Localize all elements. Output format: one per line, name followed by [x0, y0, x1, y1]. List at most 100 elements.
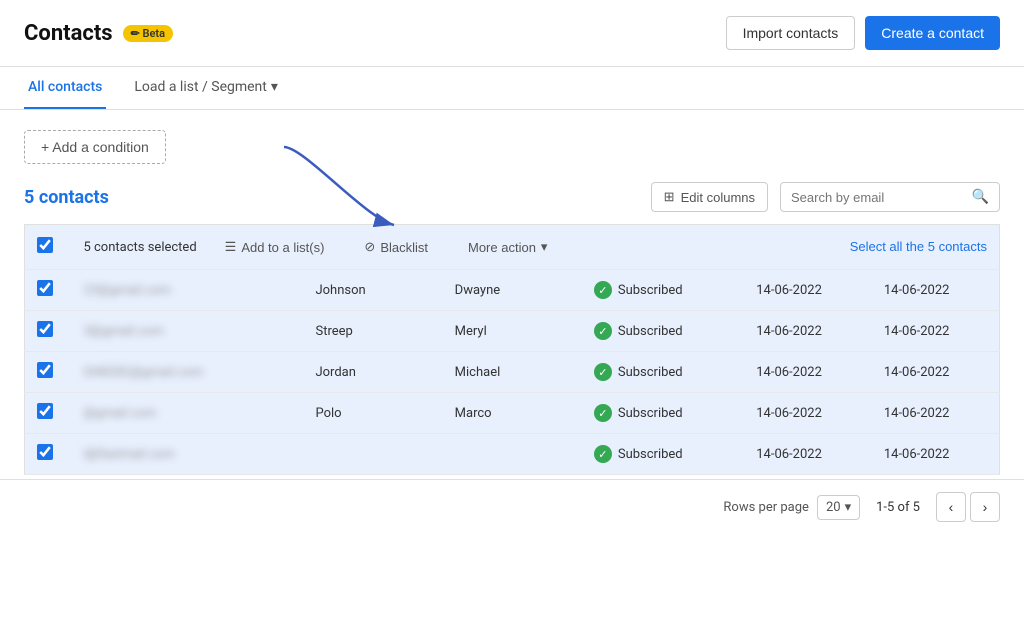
bulk-actions-row: 5 contacts selected ☰ Add to a list(s) ⊘…	[25, 225, 1000, 270]
email-cell: 3@gmail.com	[71, 311, 303, 352]
status-label: Subscribed	[618, 324, 683, 339]
prev-page-button[interactable]: ‹	[936, 492, 966, 522]
select-all-button[interactable]: Select all the 5 contacts	[850, 239, 987, 254]
status-cell: ✓ Subscribed	[582, 270, 744, 311]
chevron-down-icon: ▾	[541, 239, 548, 255]
date2-cell: 14-06-2022	[872, 352, 1000, 393]
pagination-buttons: ‹ ›	[936, 492, 1000, 522]
firstname-cell: Marco	[443, 393, 582, 434]
create-contact-button[interactable]: Create a contact	[865, 16, 1000, 50]
status-cell: ✓ Subscribed	[582, 434, 744, 475]
table-row: 23@gmail.com Johnson Dwayne ✓ Subscribed…	[25, 270, 1000, 311]
row-checkbox[interactable]	[37, 403, 53, 419]
row-checkbox[interactable]	[37, 280, 53, 296]
date2-cell: 14-06-2022	[872, 434, 1000, 475]
contacts-table: 5 contacts selected ☰ Add to a list(s) ⊘…	[24, 224, 1000, 475]
table-controls: ⊞ Edit columns 🔍	[651, 182, 1000, 212]
row-checkbox[interactable]	[37, 444, 53, 460]
contacts-count: 5 contacts	[24, 187, 109, 208]
status-cell: ✓ Subscribed	[582, 352, 744, 393]
header-left: Contacts ✏ Beta	[24, 21, 173, 46]
row-checkbox[interactable]	[37, 321, 53, 337]
table-container: 5 contacts selected ☰ Add to a list(s) ⊘…	[0, 224, 1024, 475]
firstname-cell: Dwayne	[443, 270, 582, 311]
date2-cell: 14-06-2022	[872, 393, 1000, 434]
edit-columns-button[interactable]: ⊞ Edit columns	[651, 182, 768, 212]
tab-load-segment[interactable]: Load a list / Segment ▾	[130, 67, 282, 109]
status-label: Subscribed	[618, 365, 683, 380]
email-value: l@fastmail.com	[83, 447, 174, 462]
email-cell: l@fastmail.com	[71, 434, 303, 475]
add-to-list-button[interactable]: ☰ Add to a list(s)	[213, 235, 337, 259]
table-row: @gmail.com Polo Marco ✓ Subscribed 14-06…	[25, 393, 1000, 434]
tabs-bar: All contacts Load a list / Segment ▾	[0, 67, 1024, 110]
email-cell: @gmail.com	[71, 393, 303, 434]
date2-cell: 14-06-2022	[872, 311, 1000, 352]
arrow-annotation	[224, 137, 424, 237]
import-contacts-button[interactable]: Import contacts	[726, 16, 856, 50]
email-value: @gmail.com	[83, 406, 156, 421]
firstname-cell: Michael	[443, 352, 582, 393]
table-body: 23@gmail.com Johnson Dwayne ✓ Subscribed…	[25, 270, 1000, 475]
lastname-cell: Johnson	[303, 270, 442, 311]
row-checkbox-cell	[25, 311, 72, 352]
search-icon: 🔍	[972, 189, 989, 205]
email-cell: 23@gmail.com	[71, 270, 303, 311]
subscribed-icon: ✓	[594, 445, 612, 463]
table-row: 3@gmail.com Streep Meryl ✓ Subscribed 14…	[25, 311, 1000, 352]
email-value: 3@gmail.com	[83, 324, 163, 339]
blacklist-button[interactable]: ⊘ Blacklist	[352, 235, 440, 259]
select-all-checkbox[interactable]	[37, 237, 53, 253]
list-icon: ☰	[225, 239, 237, 255]
table-header-row: 5 contacts ⊞ Edit columns 🔍	[0, 174, 1024, 224]
header: Contacts ✏ Beta Import contacts Create a…	[0, 0, 1024, 67]
subscribed-icon: ✓	[594, 404, 612, 422]
search-input[interactable]	[791, 190, 966, 205]
lastname-cell: Polo	[303, 393, 442, 434]
subscribed-icon: ✓	[594, 281, 612, 299]
add-condition-button[interactable]: + Add a condition	[24, 130, 166, 164]
lastname-cell: Streep	[303, 311, 442, 352]
page-title: Contacts	[24, 21, 113, 46]
date1-cell: 14-06-2022	[744, 393, 872, 434]
subscribed-icon: ✓	[594, 322, 612, 340]
next-page-button[interactable]: ›	[970, 492, 1000, 522]
bulk-selected-label: 5 contacts selected	[83, 240, 196, 255]
header-right: Import contacts Create a contact	[726, 16, 1000, 50]
date2-cell: 14-06-2022	[872, 270, 1000, 311]
subscribed-icon: ✓	[594, 363, 612, 381]
chevron-down-icon: ▾	[271, 79, 278, 95]
footer: Rows per page 20 ▾ 1-5 of 5 ‹ ›	[0, 479, 1024, 534]
row-checkbox-cell	[25, 434, 72, 475]
rows-per-page-select[interactable]: 20 ▾	[817, 495, 860, 520]
table-row: l@fastmail.com ✓ Subscribed 14-06-2022 1…	[25, 434, 1000, 475]
status-cell: ✓ Subscribed	[582, 311, 744, 352]
email-value: 23@gmail.com	[83, 283, 170, 298]
tab-all-contacts[interactable]: All contacts	[24, 67, 106, 109]
ban-icon: ⊘	[364, 239, 375, 255]
search-box: 🔍	[780, 182, 1000, 212]
date1-cell: 14-06-2022	[744, 311, 872, 352]
rows-per-page-label: Rows per page	[723, 500, 809, 515]
email-value: l348282@gmail.com	[83, 365, 203, 380]
row-checkbox[interactable]	[37, 362, 53, 378]
row-checkbox-cell	[25, 270, 72, 311]
table-row: l348282@gmail.com Jordan Michael ✓ Subsc…	[25, 352, 1000, 393]
select-all-cell: Select all the 5 contacts	[582, 225, 1000, 270]
status-label: Subscribed	[618, 447, 683, 462]
lastname-cell: Jordan	[303, 352, 442, 393]
firstname-cell: Meryl	[443, 311, 582, 352]
more-action-button[interactable]: More action ▾	[456, 235, 559, 259]
columns-icon: ⊞	[664, 189, 675, 205]
rows-per-page: Rows per page 20 ▾	[723, 495, 860, 520]
email-cell: l348282@gmail.com	[71, 352, 303, 393]
pagination-info: 1-5 of 5	[876, 500, 920, 515]
filter-bar: + Add a condition	[0, 110, 1024, 174]
row-checkbox-cell	[25, 393, 72, 434]
date1-cell: 14-06-2022	[744, 434, 872, 475]
status-cell: ✓ Subscribed	[582, 393, 744, 434]
lastname-cell	[303, 434, 442, 475]
row-checkbox-cell	[25, 352, 72, 393]
bulk-checkbox-cell	[25, 225, 72, 270]
firstname-cell	[443, 434, 582, 475]
